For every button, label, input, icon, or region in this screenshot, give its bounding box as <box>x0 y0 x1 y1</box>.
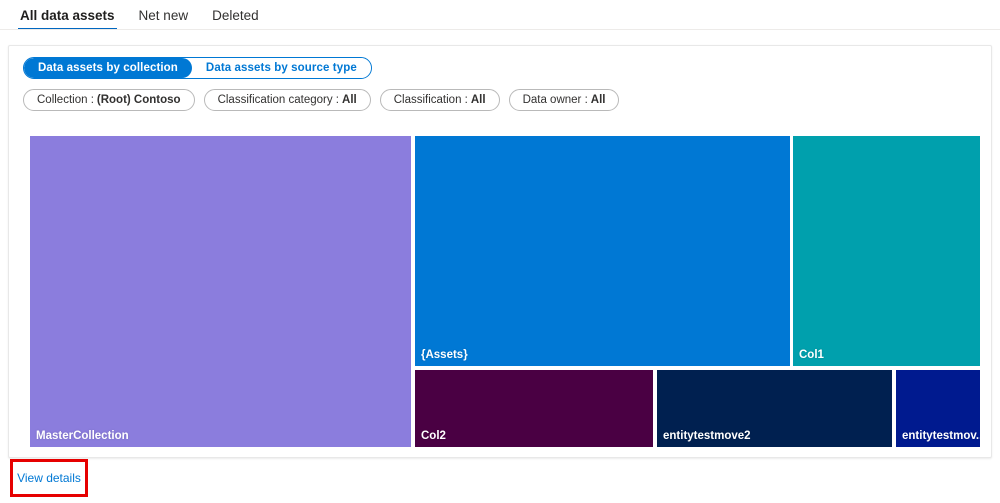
toggle-label: Data assets by source type <box>205 62 357 74</box>
view-details-highlight: View details <box>10 459 88 497</box>
filter-label: Classification category : <box>217 94 340 106</box>
filter-label: Collection : <box>37 94 94 106</box>
filter-pill-data-owner[interactable]: Data owner : All <box>508 89 620 111</box>
treemap-tile[interactable]: MasterCollection <box>30 136 411 447</box>
treemap-tile-label: Col2 <box>421 430 446 442</box>
chart-pivot-toggle: Data assets by collection Data assets by… <box>23 57 372 79</box>
filter-value: All <box>342 94 357 106</box>
data-assets-card: Data assets by collection Data assets by… <box>8 45 992 458</box>
tab-label: All data assets <box>20 8 115 23</box>
filter-value: All <box>590 94 606 106</box>
tab-label: Deleted <box>212 8 259 23</box>
treemap-tile[interactable]: entitytestmove2 <box>657 370 892 447</box>
data-assets-treemap: MasterCollection {Assets} Col1 Col2 entityte… <box>30 136 980 447</box>
treemap-tile[interactable]: Col2 <box>415 370 653 447</box>
filter-value: All <box>470 94 486 106</box>
treemap-tile[interactable]: entitytestmov... <box>896 370 980 447</box>
tab-label: Net new <box>138 8 189 23</box>
treemap-tile[interactable]: {Assets} <box>415 136 790 366</box>
treemap-tile-label: Col1 <box>799 349 824 361</box>
tabstrip-divider <box>0 29 1000 30</box>
tab-net-new[interactable]: Net new <box>127 0 201 30</box>
treemap-tile-label: entitytestmove2 <box>663 430 751 442</box>
tabstrip: All data assets Net new Deleted <box>0 0 1000 30</box>
filter-label: Classification : <box>393 94 468 106</box>
treemap-tile-label: MasterCollection <box>36 430 129 442</box>
view-details-link[interactable]: View details <box>17 471 81 485</box>
filter-pill-classification[interactable]: Classification : All <box>379 89 500 111</box>
treemap-tile-label: entitytestmov... <box>902 430 980 442</box>
filter-label: Data owner : <box>522 94 588 106</box>
filter-pill-classification-category[interactable]: Classification category : All <box>203 89 371 111</box>
toggle-label: Data assets by collection <box>38 62 178 74</box>
tab-deleted[interactable]: Deleted <box>200 0 271 30</box>
filter-row: Collection : (Root) Contoso Classificati… <box>23 89 620 111</box>
tab-all-data-assets[interactable]: All data assets <box>8 0 127 30</box>
filter-value: (Root) Contoso <box>96 94 181 106</box>
treemap-tile-label: {Assets} <box>421 349 468 361</box>
toggle-data-assets-by-source-type[interactable]: Data assets by source type <box>191 58 371 78</box>
filter-pill-collection[interactable]: Collection : (Root) Contoso <box>23 89 195 111</box>
toggle-data-assets-by-collection[interactable]: Data assets by collection <box>24 58 192 78</box>
treemap-tile[interactable]: Col1 <box>793 136 980 366</box>
